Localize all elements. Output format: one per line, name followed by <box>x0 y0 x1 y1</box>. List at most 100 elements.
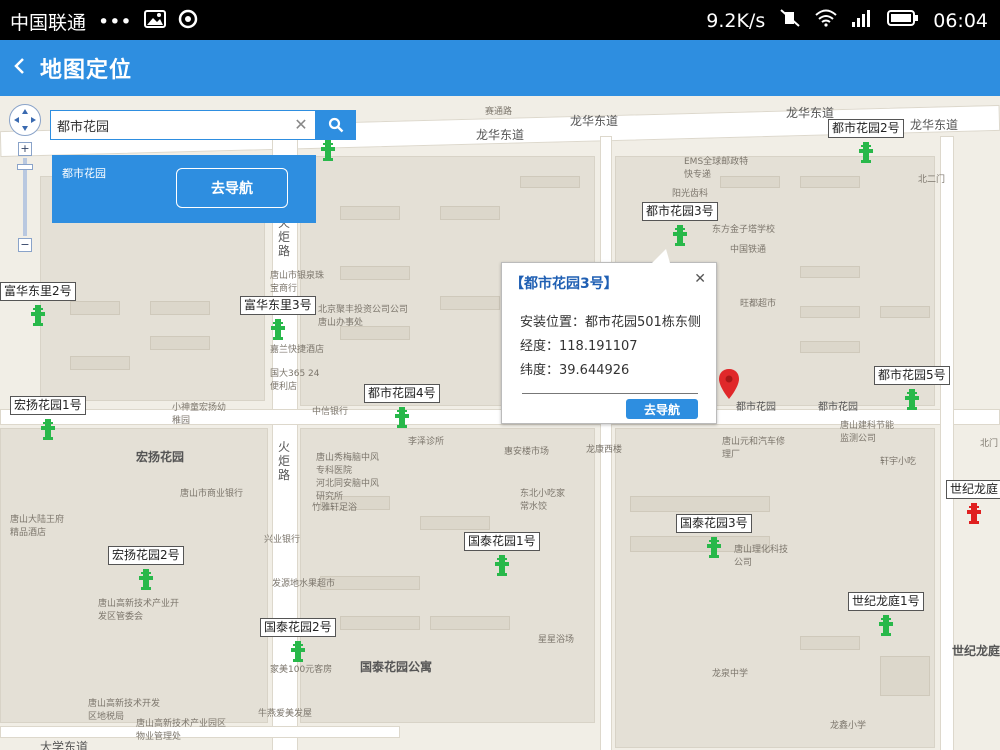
hydrant-marker[interactable]: 富华东里3号 <box>240 296 316 341</box>
poi-label: 赛通路 <box>485 107 513 117</box>
building <box>630 496 770 512</box>
marker-label: 都市花园5号 <box>874 366 950 385</box>
close-icon[interactable]: ✕ <box>694 271 706 287</box>
building <box>880 656 930 696</box>
marker-label: 世纪龙庭 <box>946 480 1000 499</box>
divider <box>522 393 698 394</box>
road-label: 龙华东道 <box>910 118 959 132</box>
road-label: 大学东道 <box>40 740 89 750</box>
poi-label: 惠安楼市场 <box>504 447 550 457</box>
building <box>70 356 130 370</box>
popup-navigate-button[interactable]: 去导航 <box>626 399 698 419</box>
mute-icon <box>779 8 801 33</box>
poi-label: 牛燕爱美发屋 <box>258 709 313 719</box>
building <box>800 636 860 650</box>
back-button[interactable] <box>4 48 34 88</box>
building <box>70 301 120 315</box>
popup-latitude: 纬度：39.644926 <box>520 363 630 378</box>
marker-label: 国泰花园3号 <box>676 514 752 533</box>
marker-label: 富华东里2号 <box>0 282 76 301</box>
hydrant-marker[interactable]: 宏扬花园2号 <box>108 546 184 591</box>
popup-tail <box>652 249 670 263</box>
poi-label: 唐山市银泉珠宝商行 <box>270 271 325 294</box>
marker-label: 都市花园3号 <box>642 202 718 221</box>
hydrant-marker[interactable]: 宏扬花园1号 <box>10 396 86 441</box>
hydrant-marker[interactable]: 都市花园2号 <box>828 119 904 164</box>
road-label: 龙华东道 <box>786 106 835 120</box>
zoom-control[interactable]: + − <box>17 142 33 252</box>
location-pin-icon[interactable] <box>718 368 740 404</box>
marker-label: 国泰花园1号 <box>464 532 540 551</box>
clear-icon[interactable]: ✕ <box>292 116 310 134</box>
hydrant-icon <box>40 419 55 440</box>
search-input[interactable] <box>50 110 316 140</box>
poi-label: 唐山元和汽车修理厂 <box>722 437 786 460</box>
popup-address: 安装位置：都市花园501栋东侧 <box>520 315 701 330</box>
building <box>800 341 860 353</box>
pan-control[interactable] <box>9 104 41 136</box>
poi-label: 李泽诊所 <box>408 437 445 447</box>
road-label: 火炬路 <box>278 440 291 482</box>
zoom-out-button[interactable]: − <box>18 238 32 252</box>
hydrant-marker[interactable]: 富华东里2号 <box>0 282 76 327</box>
gallery-icon <box>143 9 166 34</box>
sync-icon <box>178 9 198 34</box>
hydrant-marker[interactable]: 都市花园5号 <box>874 366 950 411</box>
building <box>520 176 580 188</box>
poi-label: 河北同安脑中风研究所 <box>316 479 380 502</box>
hydrant-icon <box>904 389 919 410</box>
hydrant-marker[interactable]: 国泰花园1号 <box>464 532 540 577</box>
marker-label: 宏扬花园2号 <box>108 546 184 565</box>
block-shiji <box>615 428 935 748</box>
chevron-left-icon <box>12 54 26 82</box>
poi-label: 唐山市商业银行 <box>180 489 244 499</box>
hydrant-icon <box>967 503 981 524</box>
poi-label: 东方金子塔学校 <box>712 225 776 235</box>
poi-label: 国大365 24便利店 <box>270 369 320 392</box>
poi-label: 唐山高新技术产业园区物业管理处 <box>136 719 227 742</box>
poi-label: 轩宇小吃 <box>880 457 917 467</box>
hydrant-marker[interactable]: 世纪龙庭 <box>946 480 1000 525</box>
hydrant-icon <box>30 305 45 326</box>
poi-label: 北二门 <box>918 175 946 185</box>
building <box>430 616 510 630</box>
battery-icon <box>887 9 919 32</box>
poi-label: 发源地水果超市 <box>272 579 336 589</box>
poi-label: 龙康西楼 <box>586 445 623 455</box>
search-result-panel[interactable]: 都市花园 去导航 <box>52 155 316 223</box>
info-popup: 【都市花园3号】 ✕ 安装位置：都市花园501栋东侧 经度：118.191107… <box>501 249 717 424</box>
building <box>150 336 210 350</box>
hydrant-marker[interactable]: 都市花园3号 <box>642 202 718 247</box>
hydrant-icon <box>138 569 153 590</box>
hydrant-icon <box>672 225 687 246</box>
zoom-in-button[interactable]: + <box>18 142 32 156</box>
carrier-name: 中国联通 <box>10 12 87 34</box>
search-button[interactable] <box>316 110 356 140</box>
road-label: 龙华东道 <box>476 128 525 142</box>
building <box>440 206 500 220</box>
hydrant-icon <box>290 641 305 662</box>
building <box>800 176 860 188</box>
hydrant-marker[interactable]: 都市花园4号 <box>364 384 440 429</box>
poi-label: 北京聚丰投资公司公司唐山办事处 <box>318 305 409 328</box>
hydrant-icon <box>878 615 893 636</box>
area-label: 世纪龙庭 <box>952 644 1000 658</box>
building <box>880 306 930 318</box>
poi-label: 旺都超市 <box>740 299 777 309</box>
poi-label: 中信银行 <box>312 407 349 417</box>
title-bar: 地图定位 <box>0 40 1000 96</box>
zoom-slider-handle[interactable] <box>17 164 33 170</box>
hydrant-icon <box>321 140 335 161</box>
poi-label: 都市花园 <box>818 402 858 413</box>
hydrant-marker[interactable]: 国泰花园3号 <box>676 514 752 559</box>
hydrant-marker[interactable]: 国泰花园2号 <box>260 618 336 663</box>
navigate-button[interactable]: 去导航 <box>176 168 288 208</box>
popup-title: 【都市花园3号】 <box>510 276 618 292</box>
network-speed: 9.2K/s <box>706 9 766 32</box>
search-bar: ✕ <box>50 110 356 140</box>
building <box>340 266 410 280</box>
marker-label: 都市花园4号 <box>364 384 440 403</box>
building <box>800 266 860 278</box>
hydrant-marker[interactable]: 世纪龙庭1号 <box>848 592 924 637</box>
building <box>440 296 500 310</box>
